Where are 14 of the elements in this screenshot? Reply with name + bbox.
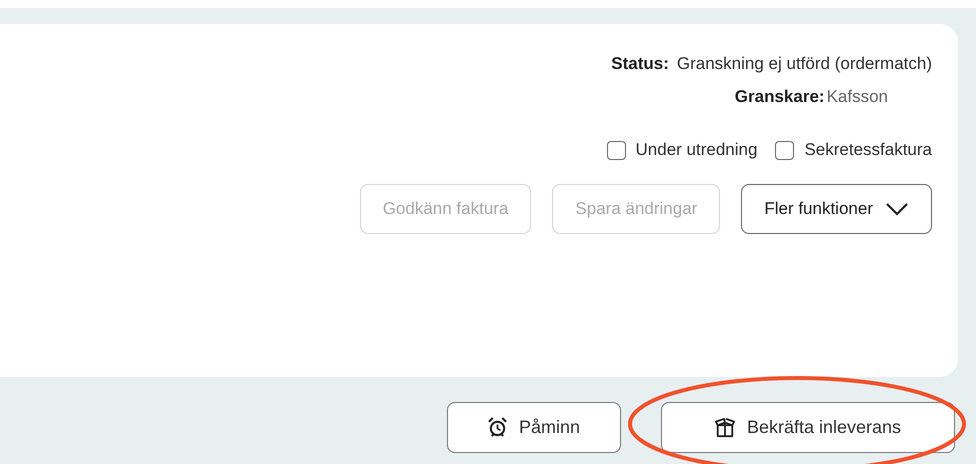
reviewer-label: Granskare: xyxy=(734,87,825,107)
footer-button[interactable]: Bekräfta inleverans xyxy=(661,402,955,453)
reviewer-value: Kafsson xyxy=(826,87,888,107)
checkbox[interactable] xyxy=(606,140,626,160)
status-value: Granskning ej utförd (ordermatch) xyxy=(676,54,932,74)
checkbox-label: Sekretessfaktura xyxy=(804,140,932,160)
alarm-clock-icon xyxy=(488,417,507,438)
checkbox-label: Under utredning xyxy=(636,140,758,160)
chevron-down-icon xyxy=(885,202,909,216)
box-icon xyxy=(714,418,735,438)
status-label: Status: xyxy=(611,54,669,74)
footer-button[interactable]: Påminn xyxy=(447,402,621,453)
more-functions-dropdown[interactable]: Fler funktioner xyxy=(741,184,932,234)
checkbox[interactable] xyxy=(775,140,794,160)
